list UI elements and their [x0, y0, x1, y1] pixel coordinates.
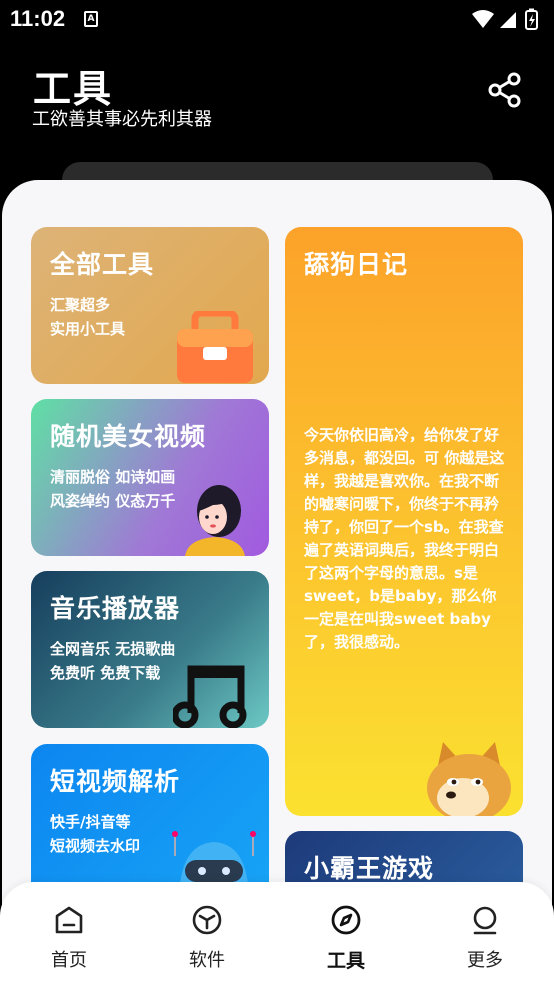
card-desc-line: 全网音乐 无损歌曲 — [50, 640, 176, 658]
card-title: 短视频解析 — [50, 767, 181, 796]
doge-icon — [427, 742, 511, 816]
card-desc: 全网音乐 无损歌曲 免费听 免费下载 — [50, 637, 175, 685]
card-desc-line: 快手/抖音等 — [50, 813, 131, 831]
card-title: 音乐播放器 — [50, 594, 181, 623]
random-video-card[interactable]: 随机美女视频 清丽脱俗 如诗如画 风姿绰约 仪态万千 — [31, 399, 269, 556]
nav-tools[interactable]: 工具 — [301, 904, 391, 974]
nav-label: 更多 — [467, 950, 503, 971]
status-time: 11:02 — [10, 6, 66, 31]
card-desc-line: 风姿绰约 仪态万千 — [50, 492, 176, 510]
nav-label: 软件 — [189, 950, 225, 971]
nav-label: 首页 — [51, 950, 87, 971]
cube-icon — [192, 905, 222, 935]
woman-avatar-icon — [185, 485, 245, 556]
tools-panel: 全部工具 汇聚超多 实用小工具 随机美女视频 清丽脱俗 如诗如画 风姿绰约 仪态… — [2, 180, 552, 986]
card-desc-line: 免费听 免费下载 — [50, 664, 161, 682]
card-desc: 快手/抖音等 短视频去水印 — [50, 810, 140, 858]
music-note-icon — [173, 665, 247, 728]
card-desc-line: 短视频去水印 — [50, 837, 141, 855]
page-subtitle: 工欲善其事必先利其器 — [32, 109, 212, 130]
home-icon — [55, 906, 83, 934]
diary-story: 今天你依旧高冷，给你发了好多消息，都没回。可 你越是这样，我越是喜欢你。在我不断… — [304, 426, 505, 651]
card-desc: 汇聚超多 实用小工具 — [50, 293, 125, 341]
nav-home[interactable]: 首页 — [24, 904, 114, 974]
compass-icon — [331, 905, 361, 935]
share-icon[interactable] — [487, 72, 523, 108]
diary-card[interactable]: 舔狗日记 今天你依旧高冷，给你发了好多消息，都没回。可 你越是这样，我越是喜欢你… — [285, 227, 523, 816]
card-title: 随机美女视频 — [50, 422, 207, 451]
short-video-card[interactable]: 短视频解析 快手/抖音等 短视频去水印 — [31, 744, 269, 901]
nav-software[interactable]: 软件 — [162, 904, 252, 974]
signal-icon — [500, 12, 516, 28]
card-desc: 清丽脱俗 如诗如画 风姿绰约 仪态万千 — [50, 465, 175, 513]
card-desc-line: 清丽脱俗 如诗如画 — [50, 468, 176, 486]
music-player-card[interactable]: 音乐播放器 全网音乐 无损歌曲 免费听 免费下载 — [31, 571, 269, 728]
bottom-nav: 首页 软件 工具 更多 — [0, 882, 554, 986]
card-title: 全部工具 — [50, 250, 155, 279]
card-title: 小霸王游戏 — [304, 854, 435, 883]
nav-more[interactable]: 更多 — [440, 904, 530, 974]
wifi-icon — [472, 10, 494, 28]
person-icon — [473, 906, 497, 935]
nav-label: 工具 — [326, 950, 365, 972]
all-tools-card[interactable]: 全部工具 汇聚超多 实用小工具 — [31, 227, 269, 384]
sim-badge: A — [84, 11, 98, 27]
card-title: 舔狗日记 — [304, 250, 409, 279]
status-icons — [472, 8, 538, 30]
status-bar: 11:02 A — [0, 0, 554, 38]
card-desc-line: 实用小工具 — [50, 320, 126, 338]
card-desc-line: 汇聚超多 — [50, 296, 111, 314]
toolbox-icon — [177, 311, 253, 383]
